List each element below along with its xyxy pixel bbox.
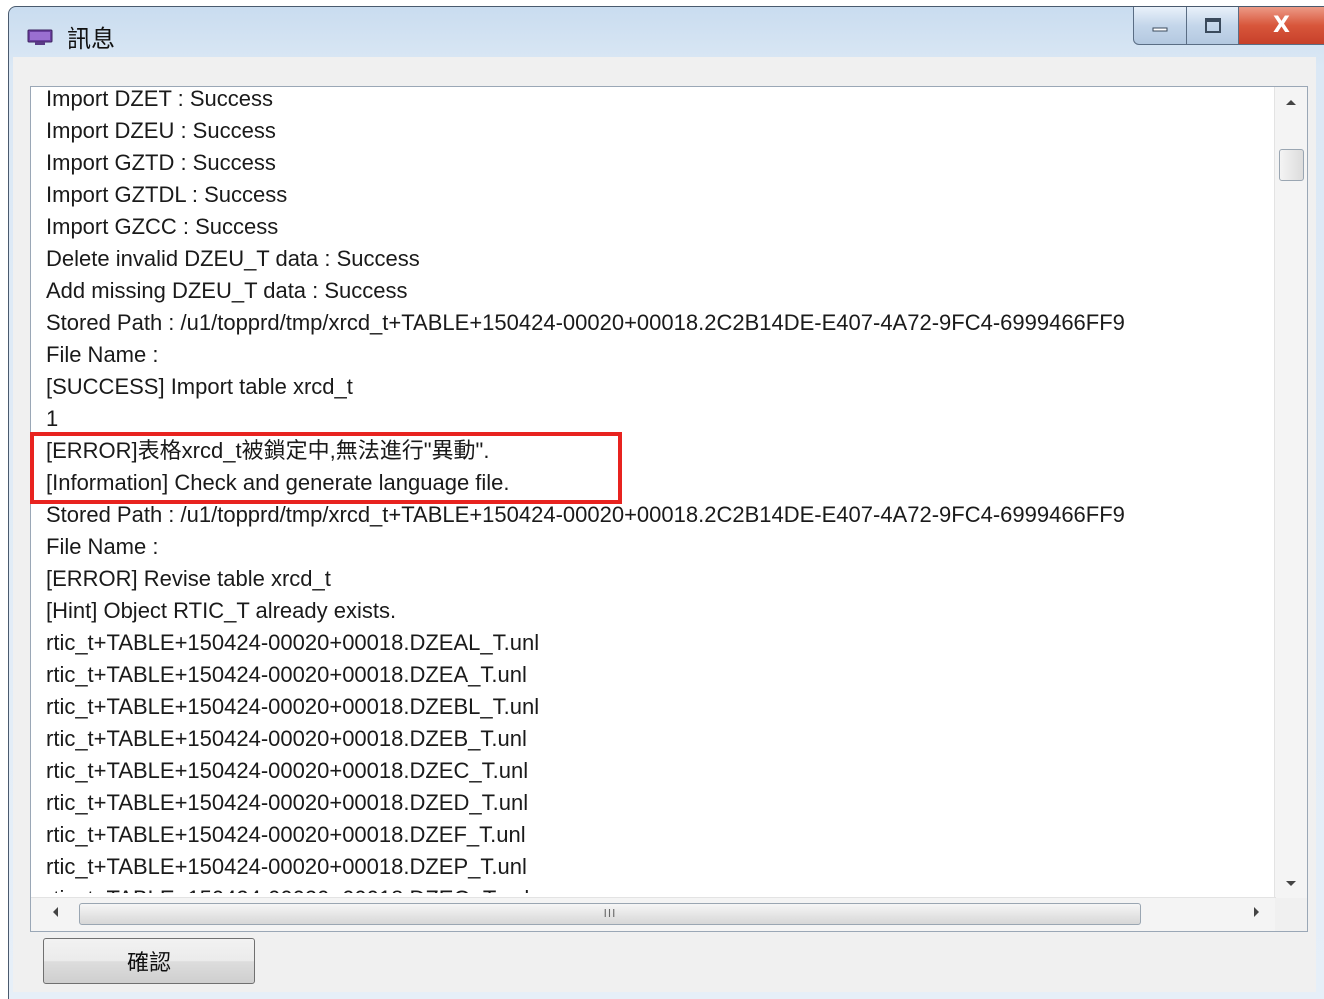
log-line: rtic_t+TABLE+150424-00020+00018.DZEF_T.u… xyxy=(46,822,526,847)
scroll-down-button[interactable] xyxy=(1275,869,1307,899)
scroll-right-button[interactable] xyxy=(1241,898,1273,931)
log-line: rtic_t+TABLE+150424-00020+00018.DZEBL_T.… xyxy=(46,694,540,719)
log-listbox[interactable]: Import DZET : Success Import DZEU : Succe… xyxy=(30,86,1308,932)
log-line: rtic_t+TABLE+150424-00020+00018.DZED_T.u… xyxy=(46,790,529,815)
maximize-icon xyxy=(1204,17,1221,33)
log-line: [Information] Check and generate languag… xyxy=(46,470,510,495)
log-line: File Name : xyxy=(46,534,159,559)
log-line: rtic_t+TABLE+150424-00020+00018.DZEAL_T.… xyxy=(46,630,540,655)
vertical-scroll-thumb[interactable] xyxy=(1279,149,1304,181)
log-line: Import DZET : Success xyxy=(46,86,273,111)
log-line: [ERROR] Revise table xrcd_t xyxy=(46,566,331,591)
log-line: Delete invalid DZEU_T data : Success xyxy=(46,246,420,271)
horizontal-scrollbar[interactable]: III xyxy=(31,897,1276,931)
window-app-icon xyxy=(27,29,53,45)
log-line: [Hint] Object RTIC_T already exists. xyxy=(46,598,397,623)
confirm-button[interactable]: 確認 xyxy=(43,938,255,984)
log-line: rtic_t+TABLE+150424-00020+00018.DZEA_T.u… xyxy=(46,662,527,687)
log-lines: Import DZET : Success Import DZEU : Succe… xyxy=(46,86,1276,893)
log-line: 1 xyxy=(46,406,59,431)
vertical-scrollbar[interactable] xyxy=(1274,87,1307,899)
close-button[interactable]: X xyxy=(1239,7,1324,45)
log-line: rtic_t+TABLE+150424-00020+00018.DZEQ_T.u… xyxy=(46,883,1276,893)
window-title: 訊息 xyxy=(67,25,115,53)
log-line: [SUCCESS] Import table xrcd_t xyxy=(46,374,353,399)
log-line: [ERROR]表格xrcd_t被鎖定中,無法進行"異動". xyxy=(46,438,490,463)
log-line: rtic_t+TABLE+150424-00020+00018.DZEC_T.u… xyxy=(46,758,529,783)
maximize-button[interactable] xyxy=(1187,7,1239,45)
log-line: Import DZEU : Success xyxy=(46,118,276,143)
log-line: Add missing DZEU_T data : Success xyxy=(46,278,408,303)
horizontal-scroll-thumb[interactable]: III xyxy=(79,903,1141,925)
close-icon: X xyxy=(1273,13,1290,38)
chevron-left-icon xyxy=(53,907,58,917)
log-line: rtic_t+TABLE+150424-00020+00018.DZEB_T.u… xyxy=(46,726,527,751)
scroll-up-button[interactable] xyxy=(1275,87,1307,117)
log-line: rtic_t+TABLE+150424-00020+00018.DZEP_T.u… xyxy=(46,854,527,879)
scroll-left-button[interactable] xyxy=(39,898,71,931)
chevron-down-icon xyxy=(1286,881,1296,886)
scrollbar-corner xyxy=(1275,898,1307,931)
chevron-right-icon xyxy=(1254,907,1259,917)
log-line: Import GZCC : Success xyxy=(46,214,279,239)
log-line: Import GZTDL : Success xyxy=(46,182,288,207)
log-line: Stored Path : /u1/topprd/tmp/xrcd_t+TABL… xyxy=(46,310,1125,335)
minimize-icon xyxy=(1152,27,1168,31)
minimize-button[interactable] xyxy=(1133,7,1187,45)
log-line: Import GZTD : Success xyxy=(46,150,276,175)
caption-buttons: X xyxy=(1133,7,1324,47)
chevron-up-icon xyxy=(1286,100,1296,105)
log-line: File Name : xyxy=(46,342,159,367)
log-line: Stored Path : /u1/topprd/tmp/xrcd_t+TABL… xyxy=(46,502,1125,527)
